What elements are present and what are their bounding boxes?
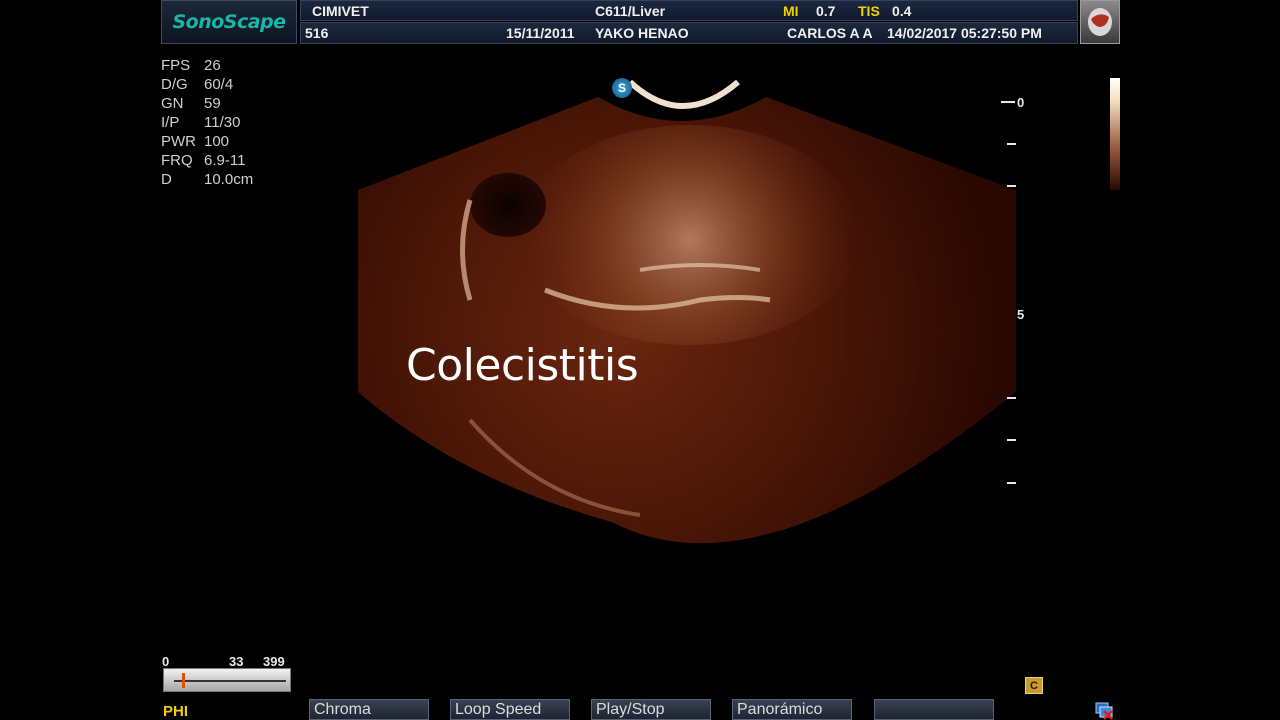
- param-label: GN: [161, 95, 184, 112]
- param-value: 10.0cm: [204, 171, 254, 188]
- softkey-empty[interactable]: [874, 699, 994, 720]
- softkey-loop-speed[interactable]: Loop Speed: [450, 699, 570, 720]
- param-label: D/G: [161, 76, 188, 93]
- patient-name: YAKO HENAO: [595, 25, 689, 41]
- param-value: 100: [204, 133, 230, 150]
- cine-slider-handle[interactable]: [182, 673, 186, 688]
- depth-tick: [1007, 143, 1016, 145]
- param-value: 6.9-11: [204, 152, 246, 169]
- liver-parenchyma: [520, 125, 860, 345]
- cine-end-label: 399: [263, 654, 285, 669]
- param-label: PWR: [161, 133, 196, 150]
- probe-orientation-marker: S: [612, 78, 632, 98]
- liver-thumbnail-icon: [1088, 8, 1112, 36]
- depth-label-mid: 5: [1017, 307, 1025, 322]
- cine-current-label: 33: [229, 654, 244, 669]
- depth-tick: [1007, 482, 1016, 484]
- param-row: FRQ 6.9-11: [161, 151, 253, 170]
- param-value: 26: [204, 57, 221, 74]
- depth-tick: [1001, 101, 1015, 103]
- grayscale-map-bar: [1110, 78, 1120, 190]
- organ-preset-icon[interactable]: [1080, 0, 1120, 44]
- param-row: FPS 26: [161, 56, 253, 75]
- patient-dob: 15/11/2011: [506, 25, 575, 41]
- logo-text: SonoScape: [172, 11, 286, 33]
- param-row: D/G 60/4: [161, 75, 253, 94]
- depth-tick: [1007, 397, 1016, 399]
- c-mode-icon[interactable]: C: [1025, 677, 1043, 694]
- header-row-bottom: 516 15/11/2011 YAKO HENAO CARLOS A A 14/…: [300, 22, 1078, 44]
- depth-tick: [1007, 185, 1016, 187]
- param-value: 59: [204, 95, 221, 112]
- param-label: FRQ: [161, 152, 193, 169]
- gallbladder-lumen: [470, 173, 546, 237]
- probe-preset[interactable]: C611/Liver: [595, 3, 665, 19]
- exam-datetime: 14/02/2017 05:27:50 PM: [887, 25, 1042, 41]
- patient-id: 516: [305, 25, 329, 41]
- depth-label-top: 0: [1017, 95, 1025, 110]
- param-row: PWR 100: [161, 132, 253, 151]
- imaging-parameters: FPS 26 D/G 60/4 GN 59 I/P 11/30 PWR 100 FRQ 6.9-11 D…: [161, 56, 253, 189]
- sonoscape-logo: SonoScape: [161, 0, 297, 44]
- param-label: D: [161, 171, 172, 188]
- depth-tick: [1007, 439, 1016, 441]
- mi-label: MI: [783, 3, 799, 19]
- param-value: 11/30: [204, 114, 241, 131]
- image-caption: Colecistitis: [406, 340, 639, 391]
- tis-label: TIS: [858, 3, 880, 19]
- softkey-panoramico[interactable]: Panorámico: [732, 699, 852, 720]
- network-disconnected-icon: [1095, 702, 1113, 720]
- cine-track: [174, 680, 286, 682]
- institution-name: CIMIVET: [312, 3, 369, 19]
- softkey-chroma[interactable]: Chroma: [309, 699, 429, 720]
- param-row: D 10.0cm: [161, 170, 253, 189]
- softkey-play-stop[interactable]: Play/Stop: [591, 699, 711, 720]
- cine-start-label: 0: [162, 654, 170, 669]
- mi-value: 0.7: [816, 3, 836, 19]
- operator-name: CARLOS A A: [787, 25, 873, 41]
- param-row: GN 59: [161, 94, 253, 113]
- param-row: I/P 11/30: [161, 113, 253, 132]
- param-value: 60/4: [204, 76, 234, 93]
- cine-slider[interactable]: [163, 668, 291, 692]
- header-row-top: CIMIVET C611/Liver MI 0.7 TIS 0.4: [300, 0, 1078, 21]
- tis-value: 0.4: [892, 3, 912, 19]
- param-label: I/P: [161, 114, 180, 131]
- param-label: FPS: [161, 57, 191, 74]
- phi-label: PHI: [163, 703, 189, 720]
